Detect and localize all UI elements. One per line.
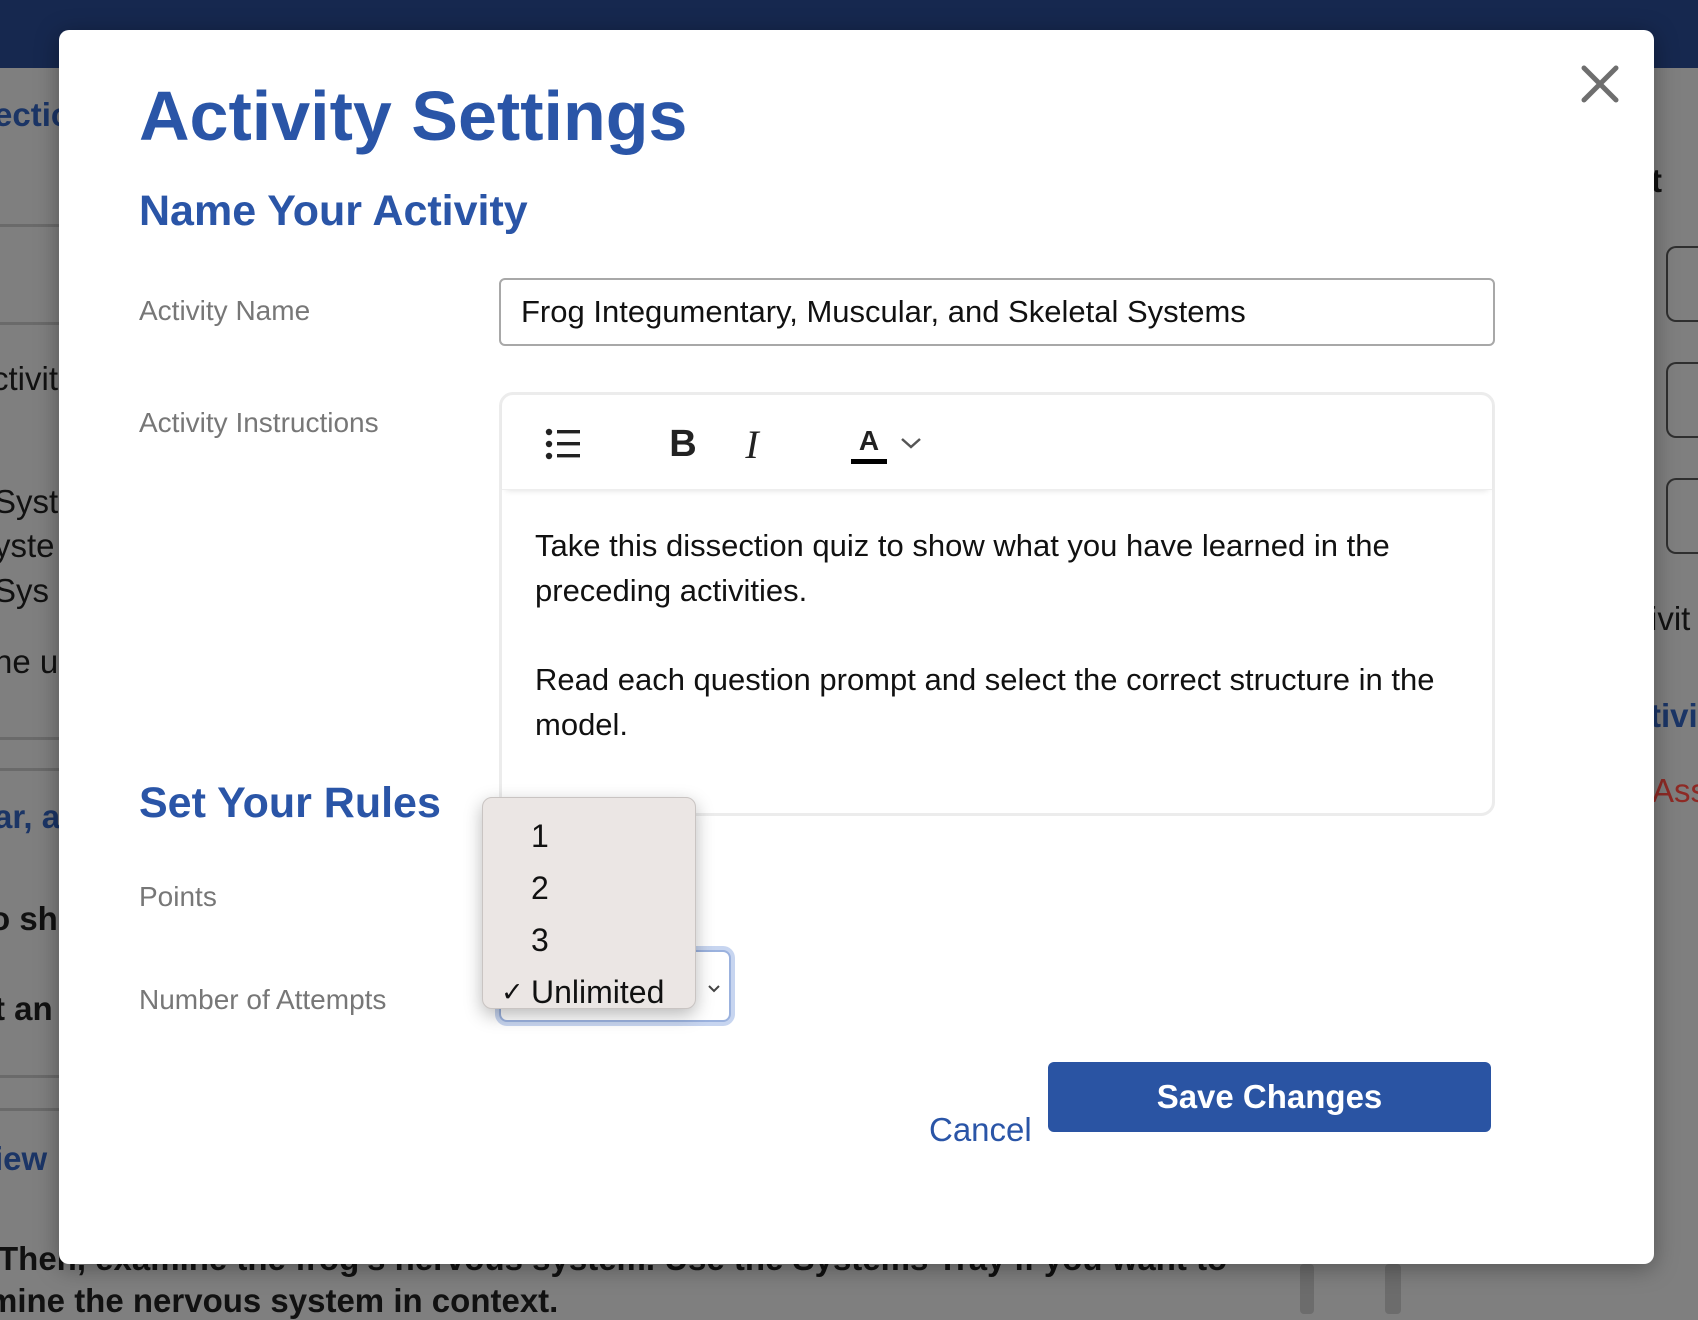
attempts-option[interactable]: 2 <box>483 862 695 914</box>
background-text: yste <box>0 527 55 564</box>
bold-button[interactable]: B <box>660 421 706 467</box>
instructions-editor[interactable]: B I A Take this dissection quiz to show … <box>499 392 1495 816</box>
activity-name-input[interactable] <box>499 278 1495 346</box>
background-text: Sys <box>0 572 50 609</box>
bulleted-list-icon <box>545 428 580 460</box>
attempts-option-selected[interactable]: ✓ Unlimited <box>483 966 695 1018</box>
cancel-button[interactable]: Cancel <box>929 1110 1032 1150</box>
background-scrollbar <box>1300 1264 1314 1314</box>
option-label: 3 <box>531 922 549 958</box>
background-divider <box>0 1075 59 1078</box>
activity-instructions-label: Activity Instructions <box>139 407 379 438</box>
text-color-dropdown-button[interactable] <box>897 429 925 457</box>
background-divider <box>0 737 59 740</box>
activity-settings-modal: Activity Settings Name Your Activity Act… <box>59 30 1654 1264</box>
modal-title: Activity Settings <box>139 77 688 155</box>
option-label: 1 <box>531 818 549 854</box>
background-divider <box>0 224 59 227</box>
background-text: ctivit <box>0 360 58 397</box>
text-color-icon: A <box>858 424 880 456</box>
option-label: 2 <box>531 870 549 906</box>
checkmark-icon: ✓ <box>501 977 524 1007</box>
close-icon <box>1581 65 1619 103</box>
background-text: t an <box>0 990 53 1027</box>
points-label: Points <box>139 881 217 912</box>
chevron-down-icon <box>708 985 720 993</box>
background-text: Ass <box>1652 772 1698 809</box>
rules-section-heading: Set Your Rules <box>139 779 441 827</box>
background-text: ne u <box>0 643 59 680</box>
background-text: ivit <box>1650 600 1691 637</box>
background-text: tivit <box>1650 697 1698 734</box>
background-text: ar, a <box>0 798 61 835</box>
instructions-paragraph: Read each question prompt and select the… <box>535 662 1435 742</box>
option-label: Unlimited <box>531 974 665 1010</box>
background-divider <box>0 768 59 771</box>
instructions-text[interactable]: Take this dissection quiz to show what y… <box>535 523 1455 791</box>
background-text: mine the nervous system in context. <box>0 1282 559 1319</box>
editor-toolbar: B I A <box>502 395 1492 490</box>
background-divider <box>0 322 59 325</box>
italic-button[interactable]: I <box>732 421 772 467</box>
activity-name-label: Activity Name <box>139 295 311 326</box>
background-box <box>1666 362 1698 438</box>
attempts-label: Number of Attempts <box>139 984 387 1015</box>
background-divider <box>0 1108 59 1111</box>
background-box <box>1666 246 1698 322</box>
chevron-down-icon <box>901 438 921 449</box>
text-color-swatch <box>851 458 887 464</box>
attempts-option[interactable]: 1 <box>483 810 695 862</box>
background-box <box>1666 478 1698 554</box>
background-text: iew <box>0 1140 48 1177</box>
attempts-dropdown-menu: 1 2 3 ✓ Unlimited <box>482 797 696 1010</box>
name-section-heading: Name Your Activity <box>139 187 528 235</box>
text-color-button[interactable]: A <box>847 421 891 469</box>
bulleted-list-button[interactable] <box>542 423 584 465</box>
save-changes-button[interactable]: Save Changes <box>1048 1062 1491 1132</box>
background-scrollbar <box>1385 1264 1401 1314</box>
close-button[interactable] <box>1570 54 1630 114</box>
attempts-option[interactable]: 3 <box>483 914 695 966</box>
instructions-paragraph: Take this dissection quiz to show what y… <box>535 528 1390 608</box>
